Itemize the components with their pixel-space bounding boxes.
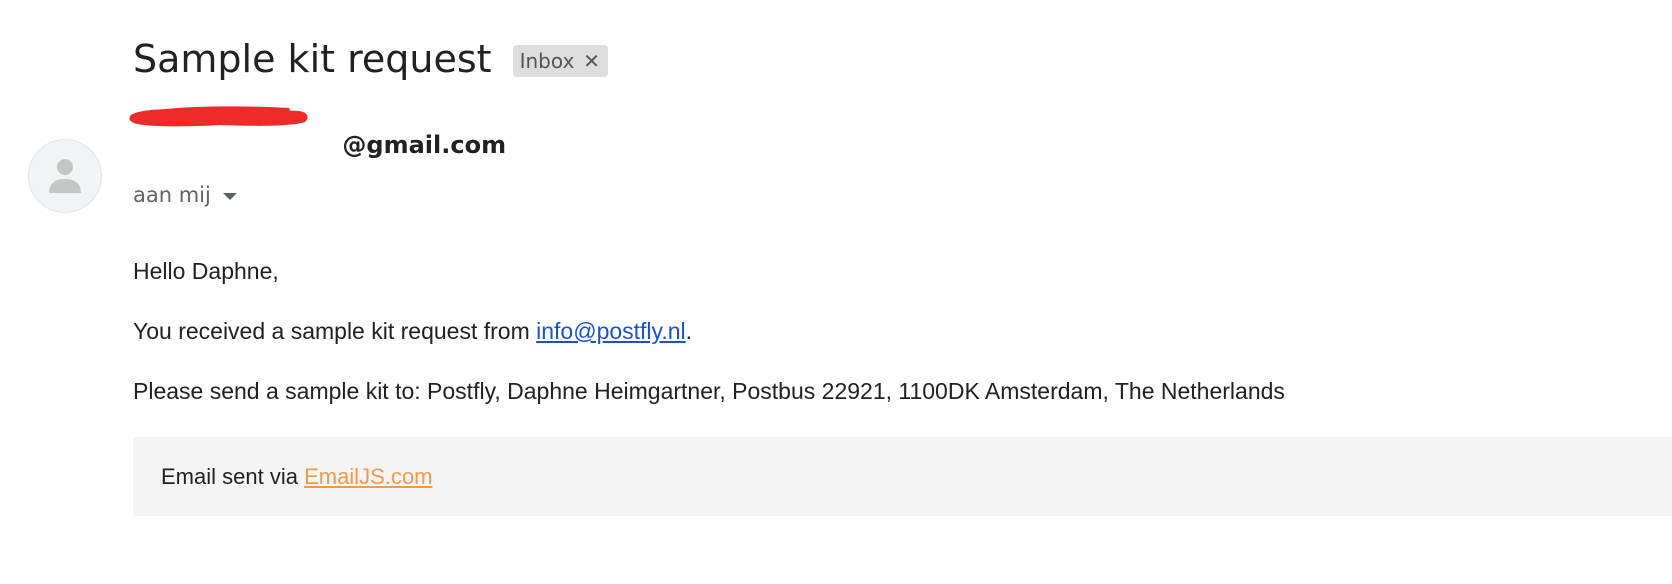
recipient-toggle[interactable]: aan mij bbox=[133, 182, 237, 208]
chevron-down-icon[interactable] bbox=[222, 192, 237, 200]
inbox-label-chip[interactable]: Inbox ✕ bbox=[512, 45, 609, 77]
person-icon bbox=[49, 159, 81, 193]
emailjs-link[interactable]: EmailJS.com bbox=[304, 464, 432, 489]
requester-email-link[interactable]: info@postfly.nl bbox=[536, 318, 686, 344]
recipient-label: aan mij bbox=[133, 183, 211, 207]
email-body-line-2: Please send a sample kit to: Postfly, Da… bbox=[133, 378, 1285, 404]
email-footer: Email sent via EmailJS.com bbox=[133, 437, 1672, 516]
inbox-label-text: Inbox bbox=[519, 49, 575, 73]
subject-row: Sample kit request Inbox ✕ bbox=[133, 34, 609, 84]
footer-text: Email sent via EmailJS.com bbox=[161, 464, 432, 490]
sender-row: @gmail.com bbox=[129, 106, 506, 174]
sender-email-domain: @gmail.com bbox=[342, 131, 507, 159]
email-body-line-1: You received a sample kit request from i… bbox=[133, 318, 692, 345]
sender-avatar[interactable] bbox=[28, 139, 102, 213]
remove-label-icon[interactable]: ✕ bbox=[583, 51, 600, 71]
email-subject: Sample kit request bbox=[133, 37, 492, 81]
footer-prefix: Email sent via bbox=[161, 464, 305, 489]
redaction-mark bbox=[129, 106, 308, 127]
line1-suffix: . bbox=[685, 318, 693, 344]
line1-prefix: You received a sample kit request from bbox=[133, 318, 537, 344]
email-greeting: Hello Daphne, bbox=[133, 258, 279, 284]
